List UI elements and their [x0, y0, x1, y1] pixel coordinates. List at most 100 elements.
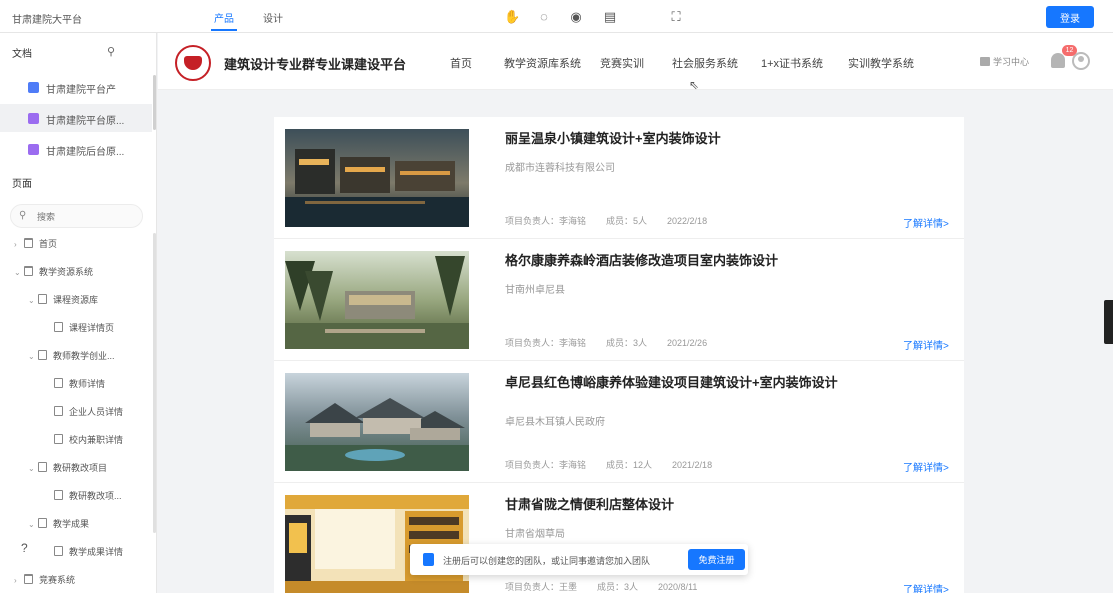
login-button[interactable]: 登录	[1046, 6, 1094, 28]
folder-icon	[24, 266, 33, 276]
doc-item[interactable]: 甘肃建院平台原...	[0, 104, 152, 132]
page-icon	[38, 294, 47, 304]
project-title[interactable]: 卓尼县红色博峪康养体验建设项目建筑设计+室内装饰设计	[505, 374, 845, 392]
tree-item-teaching-results[interactable]: ⌄ 教学成果	[28, 517, 89, 533]
tree-item-home[interactable]: › 首页	[14, 237, 57, 253]
page-icon	[54, 490, 63, 500]
nav-social-service[interactable]: 社会服务系统	[672, 55, 738, 71]
project-title[interactable]: 丽呈温泉小镇建筑设计+室内装饰设计	[505, 130, 845, 148]
project-thumbnail	[285, 251, 469, 349]
chevron-down-icon: ⌄	[28, 464, 35, 473]
tree-item-parttime-detail[interactable]: 校内兼职详情	[54, 433, 123, 449]
pages-heading: 页面	[12, 179, 32, 190]
fullscreen-icon[interactable]: ⛶	[668, 9, 684, 25]
project-leader: 项目负责人：李海铭	[505, 338, 587, 348]
nav-teaching-resources[interactable]: 教学资源库系统	[504, 55, 581, 71]
hand-icon[interactable]: ✋	[504, 9, 520, 25]
tree-item-course-library[interactable]: ⌄ 课程资源库	[28, 293, 98, 309]
page-search-input[interactable]	[37, 209, 137, 224]
free-signup-button[interactable]: 免费注册	[688, 549, 745, 570]
project-card[interactable]: 格尔康康养森岭酒店装修改造项目室内装饰设计 甘南州卓尼县 项目负责人：李海铭 成员…	[274, 239, 964, 361]
search-icon[interactable]: ⚲	[107, 45, 115, 58]
site-header: 建筑设计专业群专业课建设平台 首页 教学资源库系统 竞赛实训 社会服务系统 1+…	[158, 33, 1113, 90]
tree-item-competition[interactable]: › 竞赛系统	[14, 573, 75, 589]
project-meta: 项目负责人：王墨 成员：3人 2020/8/11	[505, 580, 717, 593]
project-card[interactable]: 甘肃省陇之情便利店整体设计 甘肃省烟草局 项目负责人：王墨 成员：3人 2020/8…	[274, 483, 964, 593]
page-icon	[38, 462, 47, 472]
project-list: 丽呈温泉小镇建筑设计+室内装饰设计 成都市连蓉科技有限公司 项目负责人：李海铭成…	[274, 117, 964, 593]
nav-home[interactable]: 首页	[450, 55, 472, 71]
page-icon	[54, 378, 63, 388]
page-icon	[54, 546, 63, 556]
project-meta: 项目负责人：李海铭 成员：3人 2021/2/26	[505, 336, 727, 349]
chevron-right-icon: ›	[14, 240, 17, 249]
book-icon	[980, 57, 990, 66]
prototype-icon	[28, 113, 39, 124]
user-avatar[interactable]	[1072, 52, 1090, 70]
project-members: 成员：12人	[606, 460, 653, 470]
folder-icon	[24, 238, 33, 248]
chevron-down-icon: ⌄	[28, 296, 35, 305]
project-members: 成员：3人	[606, 338, 648, 348]
team-icon	[423, 553, 434, 566]
page-search[interactable]: ⚲	[10, 204, 143, 228]
project-thumbnail	[285, 373, 469, 471]
tree-item-teaching-resources[interactable]: ⌄ 教学资源系统	[14, 265, 93, 281]
project-card[interactable]: 卓尼县红色博峪康养体验建设项目建筑设计+室内装饰设计 卓尼县木耳镇人民政府 项目…	[274, 361, 964, 483]
notes-icon[interactable]: ▤	[602, 9, 618, 25]
page-icon	[38, 350, 47, 360]
tree-item-research-projects[interactable]: ⌄ 教研教改项目	[28, 461, 107, 477]
tree-item-research-detail[interactable]: 教研教改项...	[54, 489, 122, 505]
tab-design[interactable]: 设计	[263, 10, 283, 25]
eye-icon[interactable]: ◉	[568, 9, 584, 25]
project-date: 2021/2/18	[672, 460, 713, 470]
document-icon	[28, 82, 39, 93]
help-button[interactable]: ?	[21, 541, 28, 555]
tree-item-results-detail[interactable]: 教学成果详情	[54, 545, 123, 561]
learn-more-link[interactable]: 了解详情>	[903, 459, 949, 474]
learn-more-link[interactable]: 了解详情>	[903, 337, 949, 352]
learn-more-link[interactable]: 了解详情>	[903, 581, 949, 593]
tree-item-enterprise-detail[interactable]: 企业人员详情	[54, 405, 123, 421]
study-center-link[interactable]: 学习中心	[980, 55, 1029, 68]
doc-label: 甘肃建院后台原...	[46, 147, 125, 158]
doc-list-scrollbar[interactable]	[153, 75, 156, 130]
nav-certificate[interactable]: 1+x证书系统	[761, 55, 823, 71]
page-icon	[54, 434, 63, 444]
prototype-icon	[28, 144, 39, 155]
doc-item[interactable]: 甘肃建院平台产	[0, 73, 152, 101]
project-title[interactable]: 甘肃省陇之情便利店整体设计	[505, 496, 845, 514]
signup-toast: 注册后可以创建您的团队，或让同事邀请您加入团队 免费注册	[410, 544, 748, 575]
page-icon	[54, 322, 63, 332]
tab-product[interactable]: 产品	[214, 10, 234, 25]
project-organization: 甘南州卓尼县	[505, 285, 565, 296]
chevron-right-icon: ›	[14, 576, 17, 585]
chevron-down-icon: ⌄	[28, 352, 35, 361]
project-meta: 项目负责人：李海铭 成员：5人 2022/2/18	[505, 214, 727, 227]
top-toolbar: 甘肃建院大平台 产品 设计 ✋ ◌ ◉ ▤ ⛶ 登录	[0, 0, 1113, 33]
mouse-cursor-icon: ⇖	[689, 78, 700, 92]
nav-competition[interactable]: 竞赛实训	[600, 55, 644, 71]
project-members: 成员：5人	[606, 216, 648, 226]
tree-item-teacher-detail[interactable]: 教师详情	[54, 377, 105, 393]
workspace-title[interactable]: 甘肃建院大平台	[12, 11, 82, 26]
search-icon: ⚲	[19, 210, 27, 221]
project-card[interactable]: 丽呈温泉小镇建筑设计+室内装饰设计 成都市连蓉科技有限公司 项目负责人：李海铭 成…	[274, 117, 964, 239]
chevron-down-icon: ⌄	[28, 520, 35, 529]
left-sidebar: 文档 ⚲ 甘肃建院平台产 甘肃建院平台原... 甘肃建院后台原... 页面 ⚲ …	[0, 33, 157, 593]
bell-icon[interactable]	[1051, 53, 1065, 68]
project-leader: 项目负责人：李海铭	[505, 460, 587, 470]
learn-more-link[interactable]: 了解详情>	[903, 215, 949, 230]
project-title[interactable]: 格尔康康养森岭酒店装修改造项目室内装饰设计	[505, 252, 845, 270]
project-organization: 甘肃省烟草局	[505, 529, 565, 540]
page-icon	[38, 518, 47, 528]
project-date: 2022/2/18	[667, 216, 708, 226]
folder-icon	[24, 574, 33, 584]
doc-item[interactable]: 甘肃建院后台原...	[0, 135, 152, 163]
tree-item-course-detail[interactable]: 课程详情页	[54, 321, 114, 337]
tree-item-teacher-team[interactable]: ⌄ 教师教学创业...	[28, 349, 115, 365]
nav-practical-training[interactable]: 实训教学系统	[848, 55, 914, 71]
page-tree-scrollbar[interactable]	[153, 233, 156, 533]
comment-icon[interactable]: ◌	[536, 9, 552, 25]
page-scrollbar[interactable]	[1104, 300, 1113, 344]
